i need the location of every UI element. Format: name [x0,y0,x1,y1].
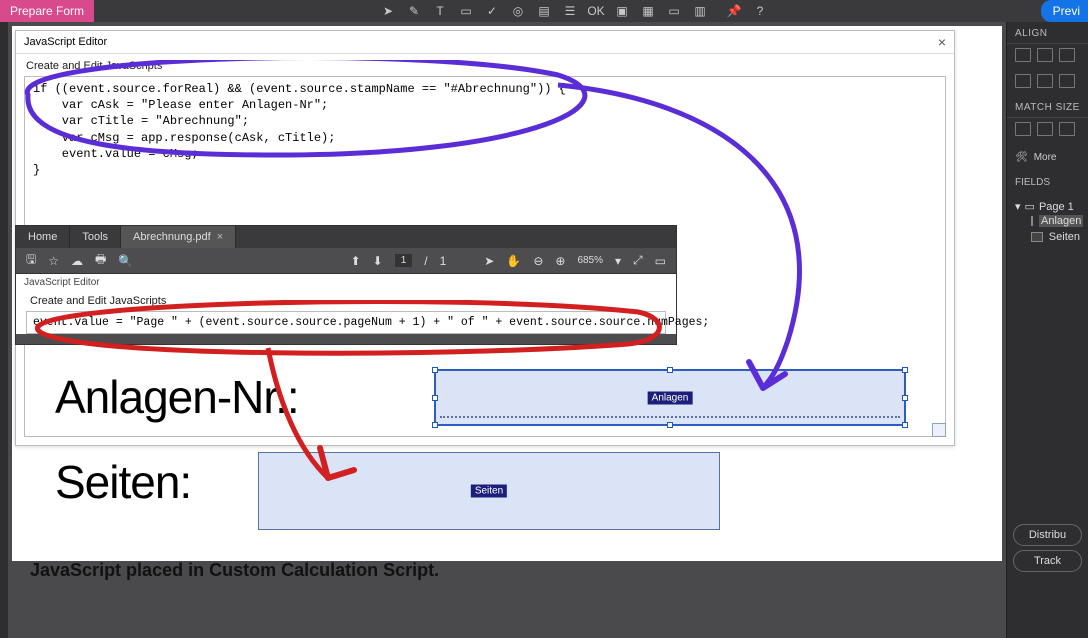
page-current[interactable]: 1 [395,254,413,267]
align-icons-row1 [1007,44,1088,70]
cloud-icon[interactable]: ☁ [71,254,83,268]
resize-grip-icon[interactable] [932,423,946,437]
align-center-icon[interactable] [1037,48,1053,62]
image-tool-icon[interactable]: ▣ [614,3,630,19]
label-seiten: Seiten: [55,455,191,509]
align-top-icon[interactable] [1015,74,1031,88]
tab-document-label: Abrechnung.pdf [133,231,211,243]
align-section-label: ALIGN [1007,22,1088,44]
figure-caption: JavaScript placed in Custom Calculation … [30,560,439,581]
tree-page-row[interactable]: ▾ ▭ Page 1 [1015,200,1080,213]
page-icon: ▭ [1025,200,1035,213]
print-icon[interactable]: 🖶 [95,250,106,271]
text-field-tool-icon[interactable]: T [432,3,448,19]
zoom-level[interactable]: 685% [577,255,603,266]
match-both-icon[interactable] [1059,122,1075,136]
page-down-icon[interactable]: ⬇ [373,254,383,268]
align-bottom-icon[interactable] [1059,74,1075,88]
fit-page-icon[interactable]: ▭ [655,254,666,268]
pointer-tool-icon[interactable]: ➤ [380,3,396,19]
textarea-tool-icon[interactable]: ▭ [458,3,474,19]
checkbox-tool-icon[interactable]: ✓ [484,3,500,19]
tree-page-label: Page 1 [1039,201,1074,213]
zoom-dropdown-icon[interactable]: ▾ [615,254,621,268]
js-editor-2-title: JavaScript Editor [16,274,676,291]
more-icon: 🛠 [1015,152,1028,163]
field-anlagen-tag: Anlagen [648,391,693,404]
js-editor-title: JavaScript Editor [24,36,107,48]
date-tool-icon[interactable]: ▦ [640,3,656,19]
tree-field-seiten[interactable]: Seiten [1015,229,1080,245]
search-icon[interactable]: 🔍 [118,254,133,268]
field-seiten[interactable]: Seiten [258,452,720,530]
text-field-icon [1031,216,1033,226]
chevron-down-icon: ▾ [1015,200,1021,213]
pdf-viewer-overlay: Home Tools Abrechnung.pdf × 🖫 ☆ ☁ 🖶 🔍 ⬆ … [15,225,677,345]
js-editor-code-2[interactable]: event.value = "Page " + (event.source.so… [26,311,666,334]
distribute-button[interactable]: Distribu [1013,524,1082,546]
tree-field-seiten-label: Seiten [1049,231,1080,243]
viewer-toolbar: 🖫 ☆ ☁ 🖶 🔍 ⬆ ⬇ 1 / 1 ➤ ✋ ⊖ ⊕ 685% ▾ ⤢ ▭ [16,248,676,274]
more-button[interactable]: 🛠 More [1007,144,1088,171]
pointer-icon[interactable]: ➤ [484,254,494,268]
match-size-icons [1007,118,1088,144]
help-icon[interactable]: ? [752,3,768,19]
barcode-tool-icon[interactable]: ▥ [692,3,708,19]
label-anlagen-nr: Anlagen-Nr.: [55,370,299,424]
tab-home[interactable]: Home [16,226,70,248]
listbox-tool-icon[interactable]: ▤ [536,3,552,19]
signature-tool-icon[interactable]: ✎ [406,3,422,19]
pin-icon[interactable]: 📌 [726,3,742,19]
save-icon[interactable]: 🖫 [26,250,36,271]
tab-tools[interactable]: Tools [70,226,121,248]
app-toolbar: Prepare Form ➤ ✎ T ▭ ✓ ◎ ▤ ☰ OK ▣ ▦ ▭ ▥ … [0,0,1088,22]
tree-field-anlagen-label: Anlagen [1039,215,1083,227]
match-width-icon[interactable] [1015,122,1031,136]
viewer-tabstrip: Home Tools Abrechnung.pdf × [16,226,676,248]
js-editor-2-fieldset-label: Create and Edit JavaScripts [16,291,676,309]
close-icon[interactable]: × [938,34,946,50]
match-height-icon[interactable] [1037,122,1053,136]
zoom-in-icon[interactable]: ⊕ [555,254,565,268]
text-field-icon [1031,232,1043,242]
zoom-out-icon[interactable]: ⊖ [533,254,543,268]
form-tool-icons: ➤ ✎ T ▭ ✓ ◎ ▤ ☰ OK ▣ ▦ ▭ ▥ 📌 ? [380,0,768,22]
signature-field-tool-icon[interactable]: ▭ [666,3,682,19]
align-icons-row2 [1007,70,1088,96]
preview-button[interactable]: Previ [1041,0,1088,22]
more-label: More [1034,152,1057,163]
button-tool-icon[interactable]: OK [588,3,604,19]
tree-field-anlagen[interactable]: Anlagen [1015,213,1080,229]
align-right-icon[interactable] [1059,48,1075,62]
tab-document[interactable]: Abrechnung.pdf × [121,226,236,248]
star-icon[interactable]: ☆ [48,254,59,268]
js-editor-fieldset-label: Create and Edit JavaScripts [16,54,954,74]
field-seiten-tag: Seiten [471,485,507,498]
mode-prepare-form: Prepare Form [0,0,94,22]
right-panel: ALIGN MATCH SIZE 🛠 More FIELDS ▾ ▭ Page … [1006,22,1088,638]
page-up-icon[interactable]: ⬆ [351,254,361,268]
fit-width-icon[interactable]: ⤢ [633,253,643,268]
match-size-label: MATCH SIZE [1007,96,1088,118]
field-anlagen[interactable]: Anlagen [435,370,905,425]
align-middle-icon[interactable] [1037,74,1053,88]
js-editor-window-2: JavaScript Editor Create and Edit JavaSc… [16,274,676,334]
page-sep: / [424,254,427,268]
fields-tree: ▾ ▭ Page 1 Anlagen Seiten [1007,194,1088,251]
fields-section-label: FIELDS [1007,171,1088,194]
tab-close-icon[interactable]: × [217,231,223,243]
radio-tool-icon[interactable]: ◎ [510,3,526,19]
hand-icon[interactable]: ✋ [506,254,521,268]
align-left-icon[interactable] [1015,48,1031,62]
left-rail [0,22,8,638]
page-total: 1 [440,254,447,268]
track-button[interactable]: Track [1013,550,1082,572]
dropdown-tool-icon[interactable]: ☰ [562,3,578,19]
